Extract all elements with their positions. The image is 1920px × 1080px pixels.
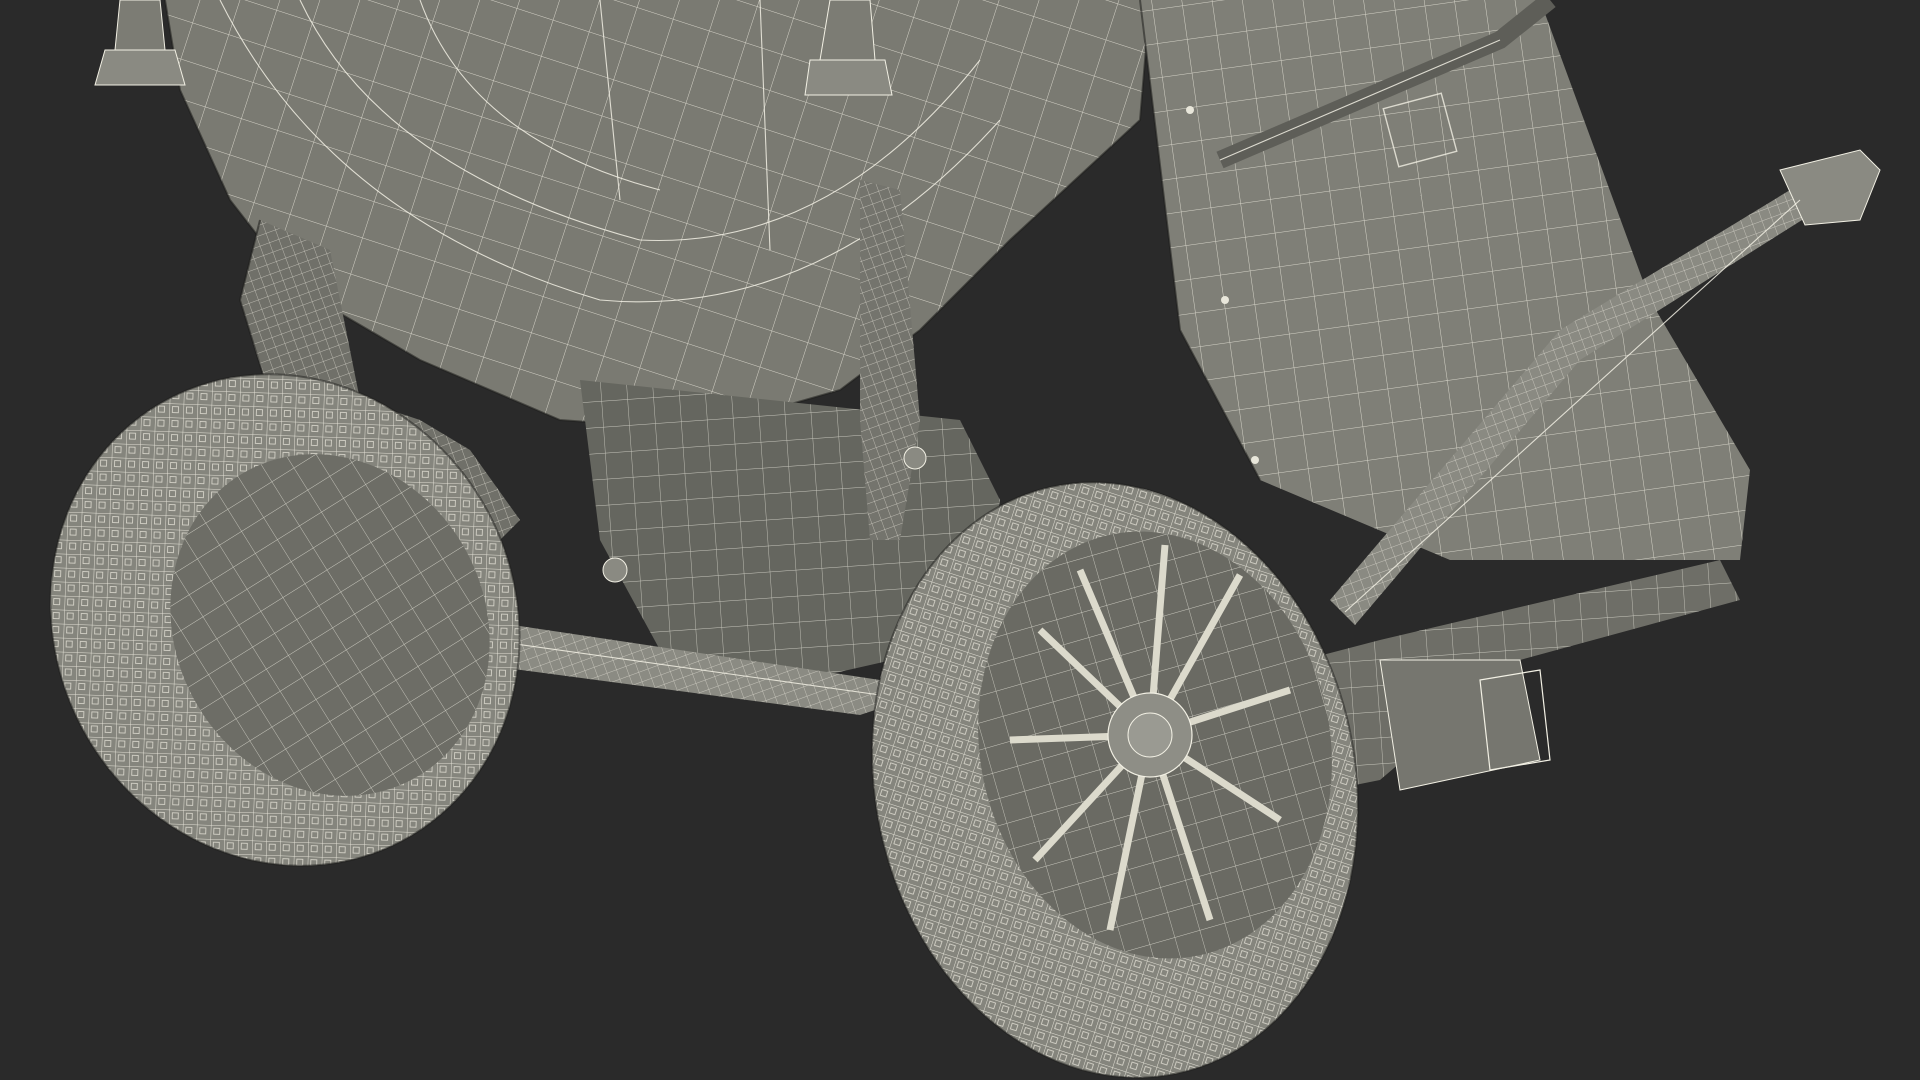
render-viewport bbox=[0, 0, 1920, 1080]
wireframe-scene bbox=[49, 0, 1881, 1079]
